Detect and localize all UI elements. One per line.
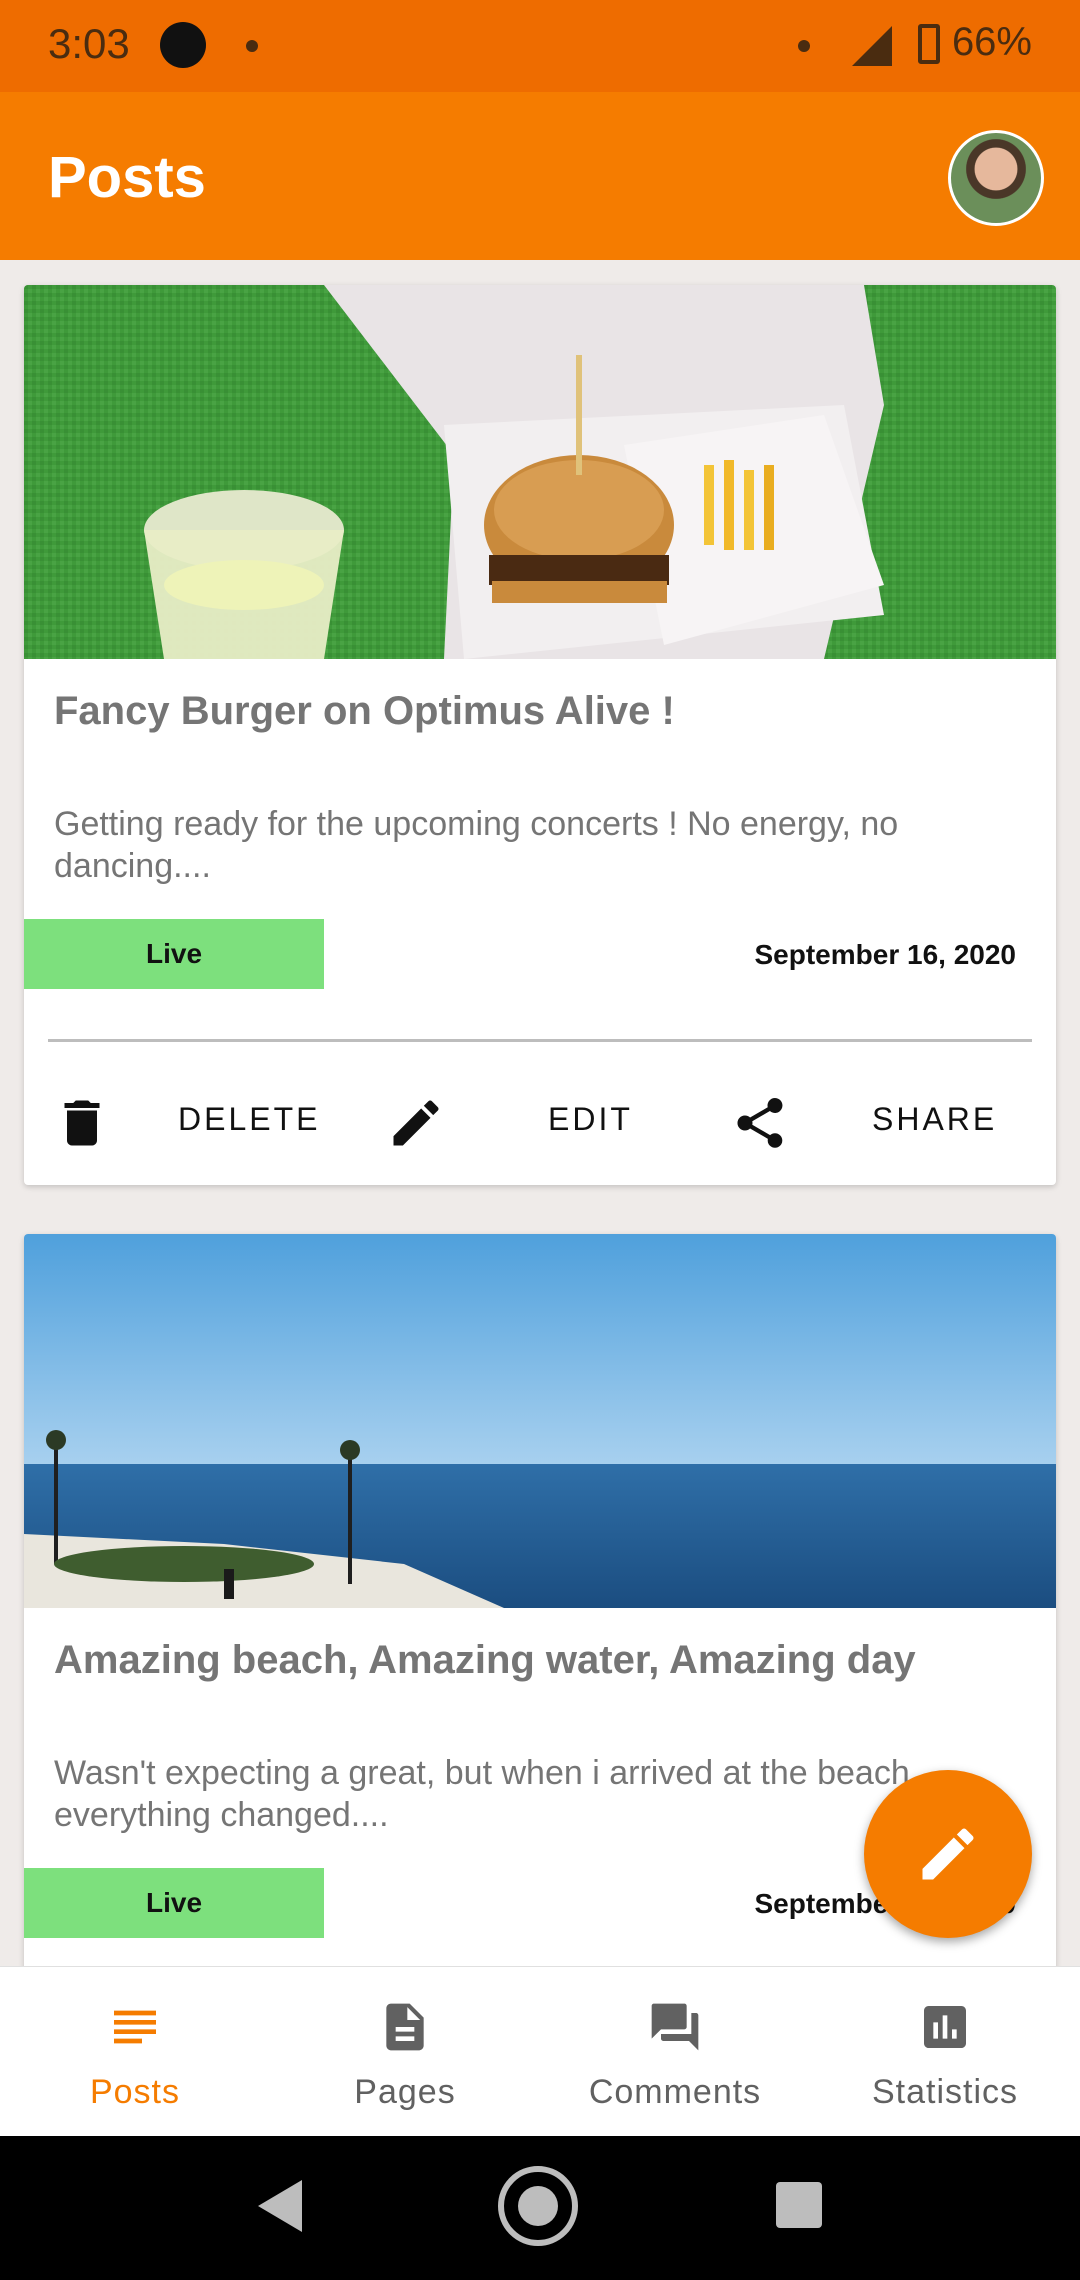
nav-item-statistics[interactable]: Statistics	[810, 1967, 1080, 2137]
post-image	[24, 285, 1056, 659]
app-bar: Posts	[0, 92, 1080, 260]
nav-label: Statistics	[871, 2073, 1019, 2111]
home-icon[interactable]	[498, 2166, 578, 2246]
nav-item-posts[interactable]: Posts	[0, 1967, 270, 2137]
post-title: Fancy Burger on Optimus Alive !	[54, 689, 675, 733]
status-time: 3:03	[48, 20, 130, 67]
divider	[48, 1039, 1032, 1042]
nav-label: Posts	[89, 2073, 181, 2111]
status-badge: Live	[24, 919, 324, 989]
post-title: Amazing beach, Amazing water, Amazing da…	[54, 1638, 916, 1682]
trash-icon[interactable]	[52, 1093, 112, 1153]
post-date: September 16, 2020	[754, 939, 1017, 970]
delete-button[interactable]: DELETE	[178, 1101, 320, 1138]
nav-item-pages[interactable]: Pages	[270, 1967, 540, 2137]
post-actions: DELETE EDIT SHARE	[24, 1085, 1056, 1185]
nav-item-comments[interactable]: Comments	[540, 1967, 810, 2137]
statistics-icon	[924, 2006, 966, 2048]
status-bar: 3:03 66%	[0, 0, 1080, 92]
pencil-icon	[922, 1828, 974, 1880]
share-icon[interactable]	[730, 1093, 790, 1153]
nav-label: Pages	[354, 2073, 456, 2111]
pencil-icon[interactable]	[386, 1093, 446, 1153]
battery-icon	[918, 24, 940, 64]
post-excerpt: Getting ready for the upcoming concerts …	[54, 805, 899, 885]
recent-apps-icon[interactable]	[776, 2182, 822, 2228]
page-title: Posts	[48, 145, 206, 210]
new-post-button[interactable]	[864, 1770, 1032, 1938]
notification-dot-icon	[798, 40, 810, 52]
nav-label: Comments	[588, 2073, 762, 2111]
back-icon[interactable]	[258, 2180, 302, 2232]
pages-icon	[386, 2003, 424, 2051]
system-navigation-bar	[0, 2136, 1080, 2280]
battery-level: 66%	[951, 20, 1032, 64]
share-button[interactable]: SHARE	[872, 1101, 997, 1138]
posts-icon	[114, 2010, 156, 2044]
bottom-navigation: Posts Pages Comments Statistics	[0, 1966, 1080, 2137]
avatar[interactable]	[948, 130, 1044, 226]
signal-icon	[852, 26, 892, 66]
comments-icon	[651, 2003, 699, 2051]
status-badge: Live	[24, 1868, 324, 1938]
notification-dot-icon	[246, 40, 258, 52]
post-card[interactable]: Fancy Burger on Optimus Alive ! Getting …	[24, 285, 1056, 1185]
edit-button[interactable]: EDIT	[548, 1101, 633, 1138]
post-image	[24, 1234, 1056, 1608]
camera-cutout	[160, 22, 206, 68]
